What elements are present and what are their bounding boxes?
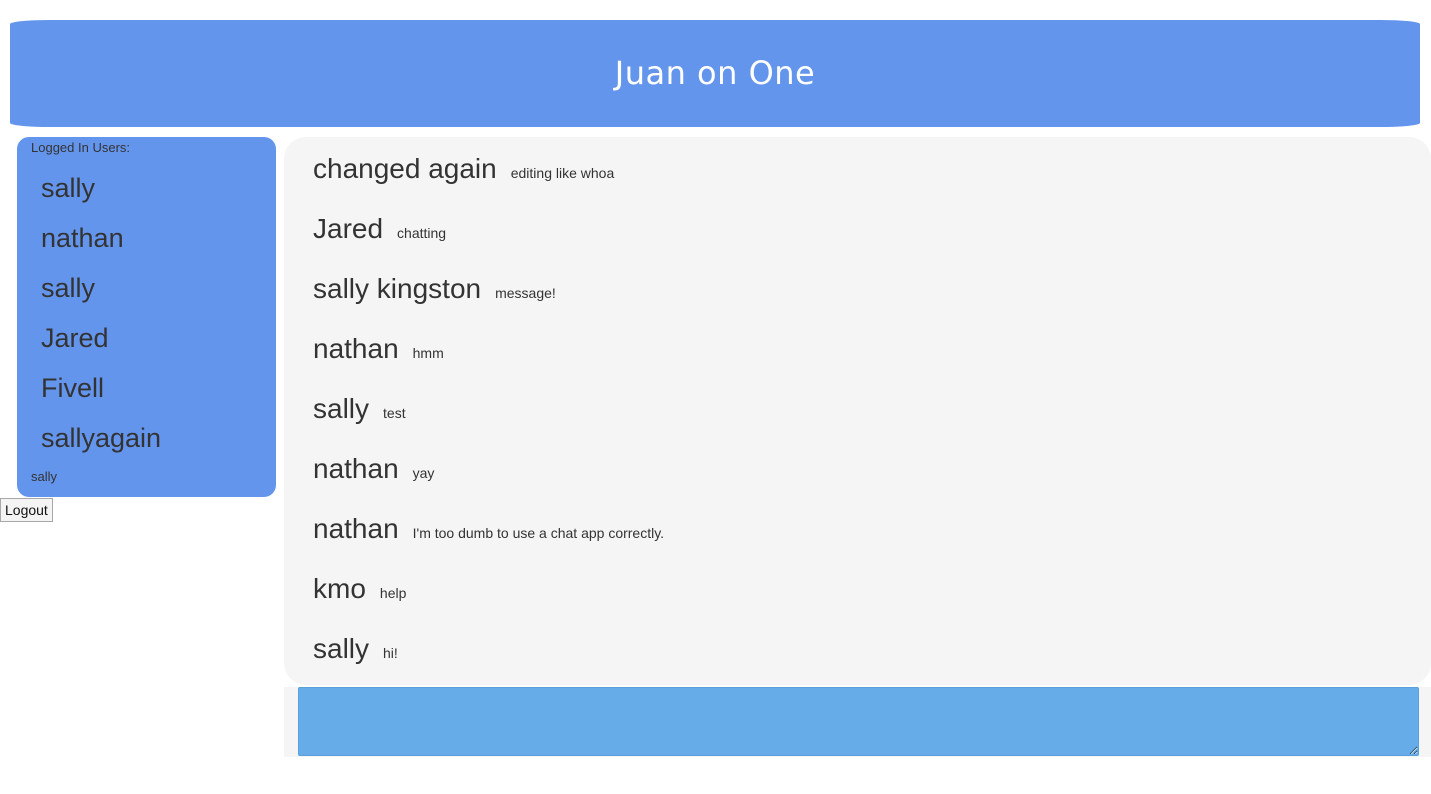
- logged-in-users-panel: Logged In Users: sally nathan sally Jare…: [17, 137, 276, 497]
- message-item: nathan yay: [313, 453, 664, 513]
- user-list: sally nathan sally Jared Fivell sallyaga…: [41, 168, 161, 468]
- user-list-item[interactable]: Fivell: [41, 368, 161, 418]
- message-text: test: [383, 405, 406, 421]
- current-user-label: sally: [31, 469, 58, 484]
- message-item: nathan hmm: [313, 333, 664, 393]
- message-author: sally: [313, 633, 370, 664]
- app-header: Juan on One: [10, 20, 1420, 127]
- message-item: Jared chatting: [313, 213, 664, 273]
- user-list-item[interactable]: sallyagain: [41, 418, 161, 468]
- message-text: hmm: [412, 345, 444, 361]
- user-list-item[interactable]: sally: [41, 268, 161, 318]
- message-author: changed again: [313, 153, 497, 184]
- chat-messages-panel: changed again editing like whoa Jared ch…: [284, 137, 1431, 685]
- message-list: changed again editing like whoa Jared ch…: [313, 153, 664, 693]
- message-author: sally kingston: [313, 273, 482, 304]
- message-author: nathan: [313, 333, 399, 364]
- message-item: nathan I'm too dumb to use a chat app co…: [313, 513, 664, 573]
- message-item: kmo help: [313, 573, 664, 633]
- message-text: message!: [495, 285, 556, 301]
- user-list-item[interactable]: nathan: [41, 218, 161, 268]
- message-item: sally hi!: [313, 633, 664, 693]
- message-text: chatting: [397, 225, 447, 241]
- message-author: nathan: [313, 513, 399, 544]
- message-text: help: [379, 585, 407, 601]
- message-text: hi!: [383, 645, 398, 661]
- message-author: Jared: [313, 213, 384, 244]
- message-text: editing like whoa: [510, 165, 615, 181]
- message-author: kmo: [313, 573, 366, 604]
- logout-button[interactable]: Logout: [0, 498, 53, 522]
- app-title: Juan on One: [614, 53, 816, 92]
- message-composer: [284, 687, 1431, 757]
- chat-app: Juan on One Logged In Users: sally natha…: [0, 0, 1431, 794]
- user-list-item[interactable]: sally: [41, 168, 161, 218]
- message-author: nathan: [313, 453, 399, 484]
- message-text: I'm too dumb to use a chat app correctly…: [412, 525, 665, 541]
- user-list-item[interactable]: Jared: [41, 318, 161, 368]
- message-item: changed again editing like whoa: [313, 153, 664, 213]
- message-input[interactable]: [298, 687, 1419, 756]
- message-text: yay: [412, 465, 435, 481]
- logged-in-users-heading: Logged In Users:: [31, 140, 131, 155]
- message-item: sally kingston message!: [313, 273, 664, 333]
- message-item: sally test: [313, 393, 664, 453]
- message-author: sally: [313, 393, 370, 424]
